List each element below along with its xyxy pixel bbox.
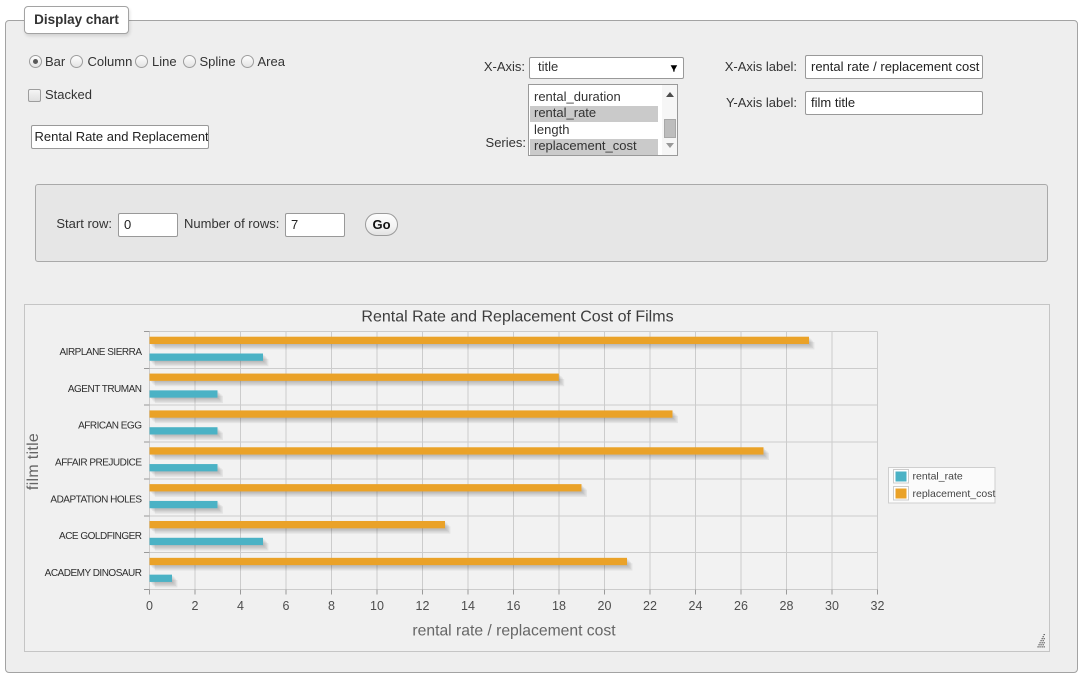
- svg-text:18: 18: [552, 599, 566, 613]
- svg-text:8: 8: [328, 599, 335, 613]
- svg-text:24: 24: [689, 599, 703, 613]
- svg-text:rental_rate: rental_rate: [913, 471, 963, 483]
- svg-text:14: 14: [461, 599, 475, 613]
- svg-text:AFRICAN EGG: AFRICAN EGG: [78, 421, 142, 432]
- svg-text:AFFAIR PREJUDICE: AFFAIR PREJUDICE: [55, 458, 142, 469]
- svg-text:2: 2: [192, 599, 199, 613]
- svg-text:replacement_cost: replacement_cost: [913, 488, 996, 500]
- svg-text:0: 0: [146, 599, 153, 613]
- svg-text:20: 20: [598, 599, 612, 613]
- svg-text:AIRPLANE SIERRA: AIRPLANE SIERRA: [60, 347, 143, 358]
- svg-text:22: 22: [643, 599, 657, 613]
- svg-text:6: 6: [283, 599, 290, 613]
- svg-text:10: 10: [370, 599, 384, 613]
- svg-text:4: 4: [237, 599, 244, 613]
- svg-text:30: 30: [825, 599, 839, 613]
- svg-text:film title: film title: [25, 433, 42, 490]
- svg-text:32: 32: [871, 599, 885, 613]
- svg-text:12: 12: [416, 599, 430, 613]
- svg-text:ACE GOLDFINGER: ACE GOLDFINGER: [59, 531, 142, 542]
- svg-text:28: 28: [780, 599, 794, 613]
- svg-text:26: 26: [734, 599, 748, 613]
- svg-text:16: 16: [507, 599, 521, 613]
- svg-text:rental rate / replacement cost: rental rate / replacement cost: [412, 623, 616, 640]
- svg-text:ADAPTATION HOLES: ADAPTATION HOLES: [50, 494, 142, 505]
- svg-text:ACADEMY DINOSAUR: ACADEMY DINOSAUR: [45, 568, 142, 579]
- svg-text:Rental Rate and Replacement Co: Rental Rate and Replacement Cost of Film…: [361, 309, 673, 326]
- svg-text:AGENT TRUMAN: AGENT TRUMAN: [68, 384, 142, 395]
